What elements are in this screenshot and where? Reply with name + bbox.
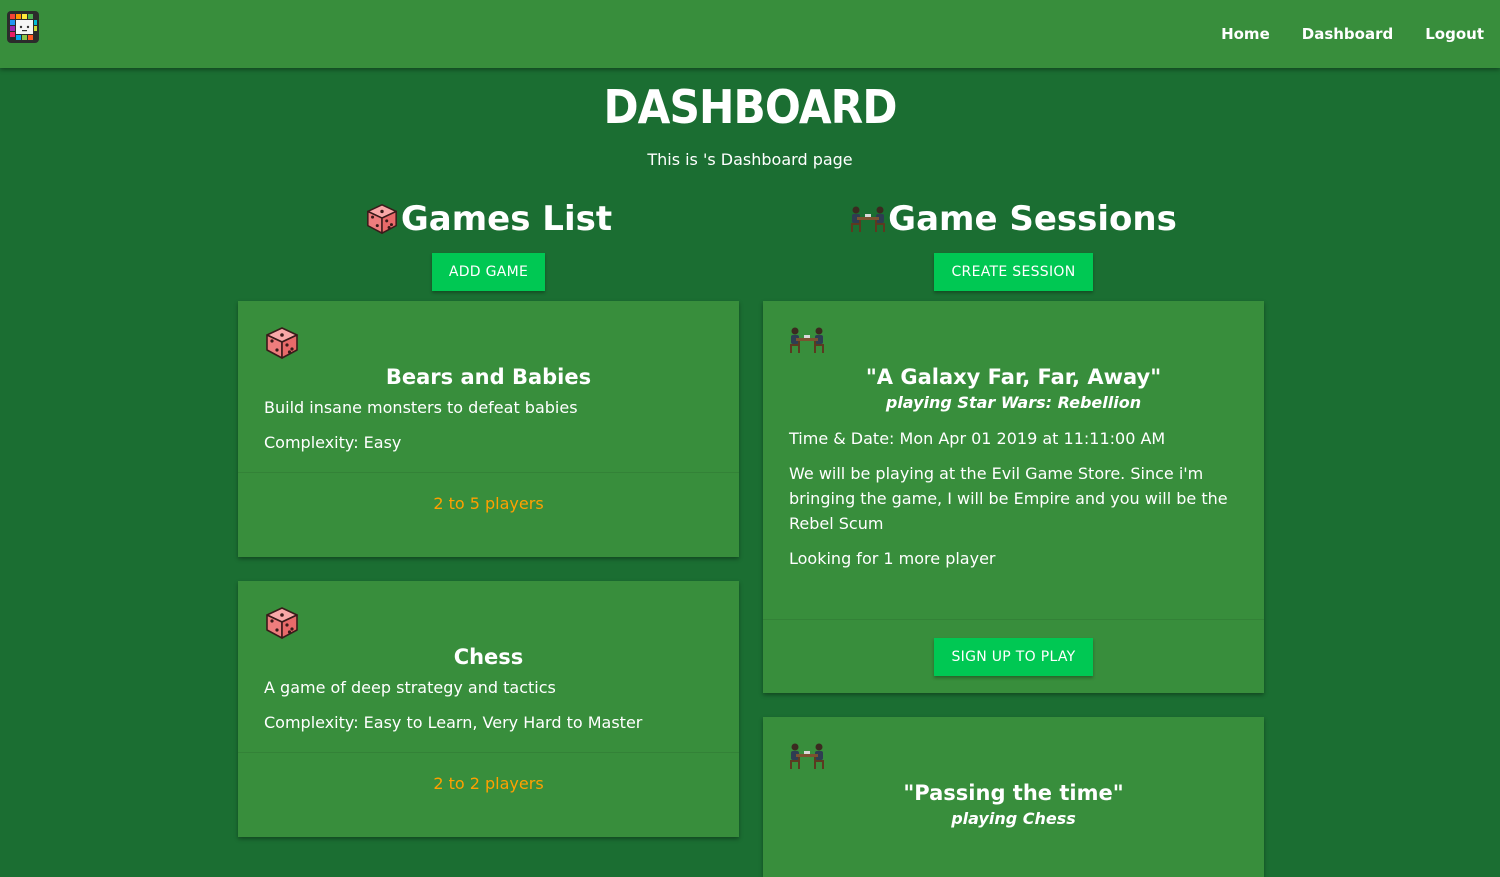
session-card: "A Galaxy Far, Far, Away" playing Star W… xyxy=(763,301,1264,693)
sessions-heading-label: Game Sessions xyxy=(888,199,1177,239)
session-title: "Passing the time" xyxy=(903,781,1124,805)
game-title: Chess xyxy=(453,645,524,669)
top-navbar: Home Dashboard Logout xyxy=(0,0,1500,68)
sessions-heading: Game Sessions xyxy=(763,192,1264,246)
add-game-button[interactable]: ADD GAME xyxy=(431,253,546,291)
people-at-table-icon xyxy=(789,741,1238,777)
sign-up-button[interactable]: SIGN UP TO PLAY xyxy=(934,638,1093,676)
nav-links: Home Dashboard Logout xyxy=(1221,0,1484,68)
game-players: 2 to 2 players xyxy=(433,773,544,793)
session-title: "A Galaxy Far, Far, Away" xyxy=(865,365,1162,389)
nav-link-home[interactable]: Home xyxy=(1221,25,1270,43)
dice-icon xyxy=(365,202,399,236)
page-title: DASHBOARD xyxy=(603,80,897,134)
page-subtitle: This is 's Dashboard page xyxy=(647,150,853,169)
people-at-table-icon xyxy=(789,325,1238,361)
dice-icon xyxy=(264,325,713,361)
games-heading: Games List xyxy=(238,192,739,246)
game-complexity: Complexity: Easy to Learn, Very Hard to … xyxy=(264,713,643,732)
sessions-column: Game Sessions CREATE SESSION "A Galaxy F… xyxy=(763,192,1264,877)
game-title: Bears and Babies xyxy=(385,365,592,389)
session-description: We will be playing at the Evil Game Stor… xyxy=(789,464,1228,533)
games-heading-label: Games List xyxy=(400,199,613,239)
session-looking: Looking for 1 more player xyxy=(789,549,996,568)
games-column: Games List ADD GAME Bears and Babies Bui… xyxy=(238,192,739,837)
dice-icon xyxy=(264,605,713,641)
game-card-footer: 2 to 5 players xyxy=(238,472,739,533)
game-card: Chess A game of deep strategy and tactic… xyxy=(238,581,739,837)
game-description: A game of deep strategy and tactics xyxy=(264,678,556,697)
session-card: "Passing the time" playing Chess xyxy=(763,717,1264,877)
game-description: Build insane monsters to defeat babies xyxy=(264,398,578,417)
session-datetime: Time & Date: Mon Apr 01 2019 at 11:11:00… xyxy=(789,429,1166,448)
nav-link-logout[interactable]: Logout xyxy=(1425,25,1484,43)
game-complexity: Complexity: Easy xyxy=(264,433,402,452)
game-players: 2 to 5 players xyxy=(433,493,544,513)
session-game: playing Chess xyxy=(951,809,1076,828)
people-at-table-icon xyxy=(850,204,886,234)
nav-link-dashboard[interactable]: Dashboard xyxy=(1302,25,1393,43)
create-session-button[interactable]: CREATE SESSION xyxy=(934,253,1093,291)
session-game: playing Star Wars: Rebellion xyxy=(885,393,1142,412)
session-card-footer: SIGN UP TO PLAY xyxy=(763,619,1264,694)
game-card-footer: 2 to 2 players xyxy=(238,752,739,813)
grid-logo-icon[interactable] xyxy=(6,10,40,44)
game-card: Bears and Babies Build insane monsters t… xyxy=(238,301,739,557)
